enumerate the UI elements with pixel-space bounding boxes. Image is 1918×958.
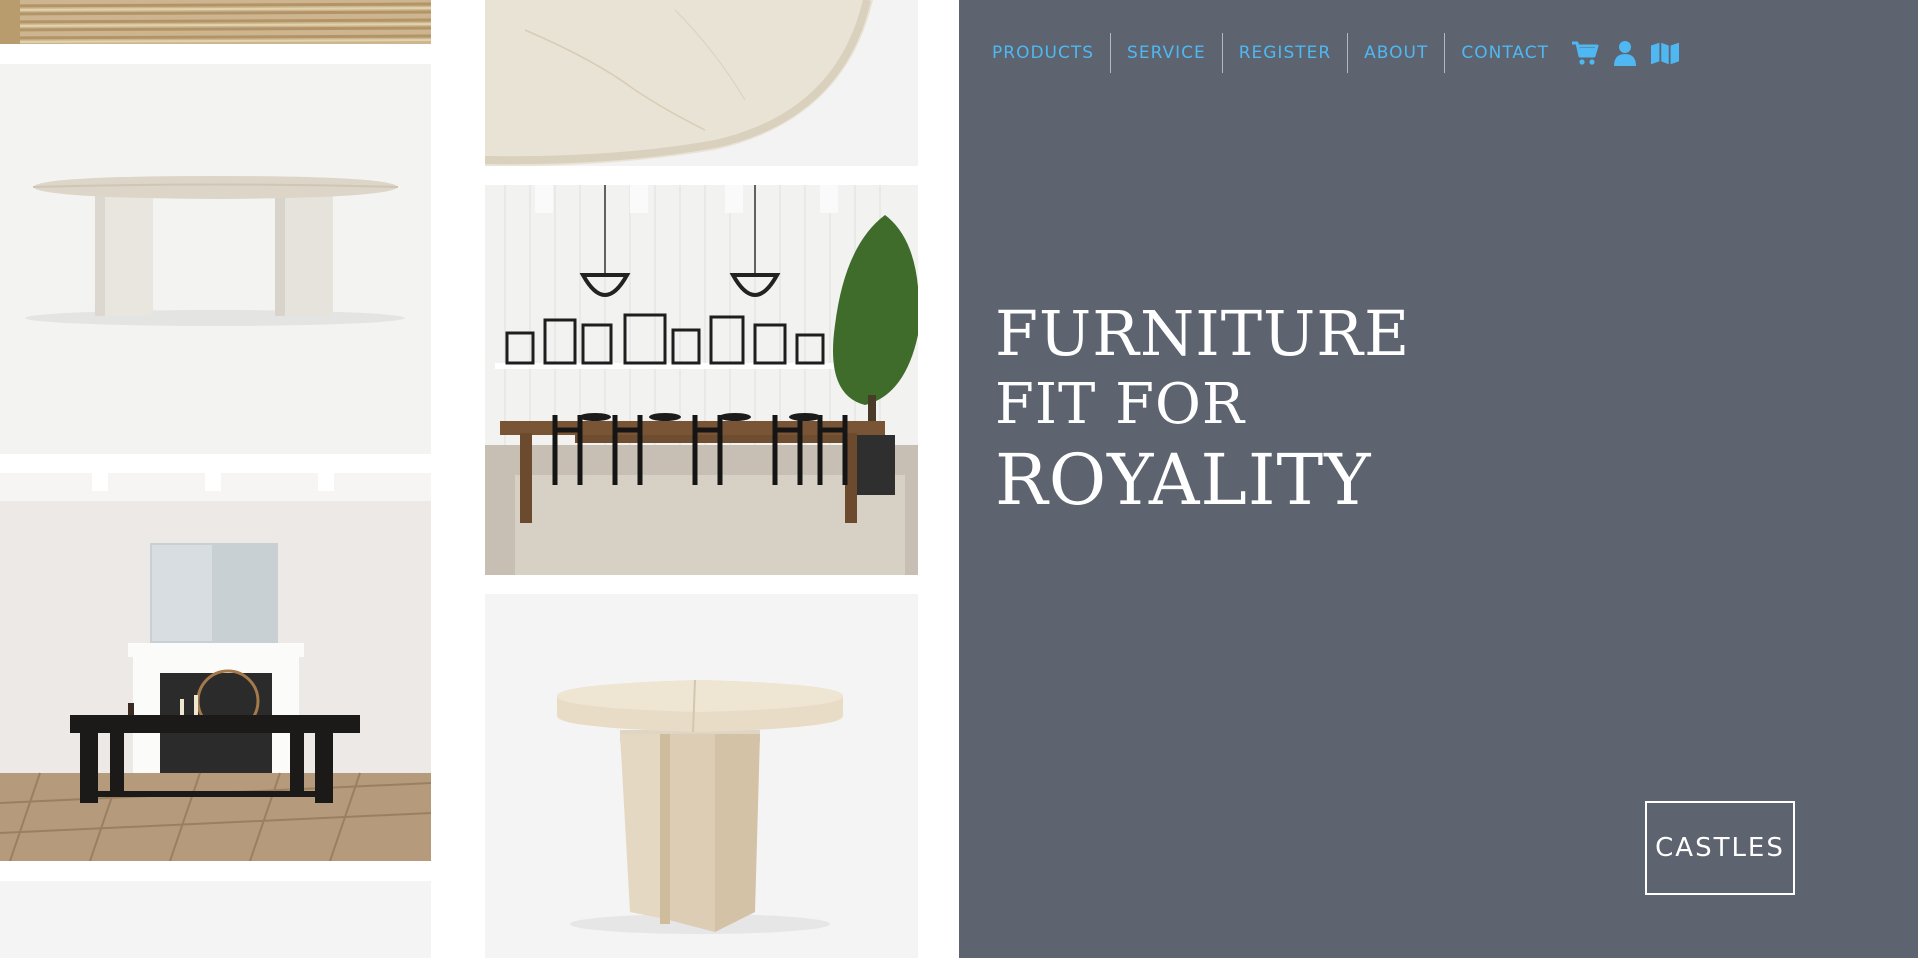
nav-link-register[interactable]: REGISTER: [1223, 33, 1349, 73]
dining-room-image[interactable]: [485, 185, 918, 575]
marble-tabletop-image[interactable]: [485, 0, 918, 166]
user-icon[interactable]: [1611, 39, 1639, 67]
page: PRODUCTS SERVICE REGISTER ABOUT CONTACT: [0, 0, 1918, 958]
hero-headline: FURNITURE FIT FOR ROYALITY: [995, 297, 1411, 521]
headline-line-2: FIT FOR: [995, 372, 1246, 437]
nav-link-service[interactable]: SERVICE: [1111, 33, 1223, 73]
nav-icons: [1571, 39, 1691, 67]
headline-line-3: ROYALITY: [995, 439, 1372, 521]
nav-link-contact[interactable]: CONTACT: [1445, 33, 1565, 73]
brand-logo[interactable]: CASTLES: [1645, 801, 1795, 895]
hero-panel: PRODUCTS SERVICE REGISTER ABOUT CONTACT: [959, 0, 1918, 958]
nav-link-products[interactable]: PRODUCTS: [976, 33, 1112, 73]
oval-pedestal-table-image[interactable]: [0, 64, 431, 454]
product-image-partial[interactable]: [0, 881, 431, 958]
nav-link-about[interactable]: ABOUT: [1348, 33, 1446, 73]
rug-image[interactable]: [0, 0, 431, 44]
main-nav: PRODUCTS SERVICE REGISTER ABOUT CONTACT: [976, 33, 1691, 73]
headline-line-1: FURNITURE: [995, 297, 1411, 370]
cart-icon[interactable]: [1571, 39, 1599, 67]
round-extension-table-image[interactable]: [485, 594, 918, 958]
fireplace-coffee-table-image[interactable]: [0, 473, 431, 861]
map-icon[interactable]: [1651, 39, 1679, 67]
